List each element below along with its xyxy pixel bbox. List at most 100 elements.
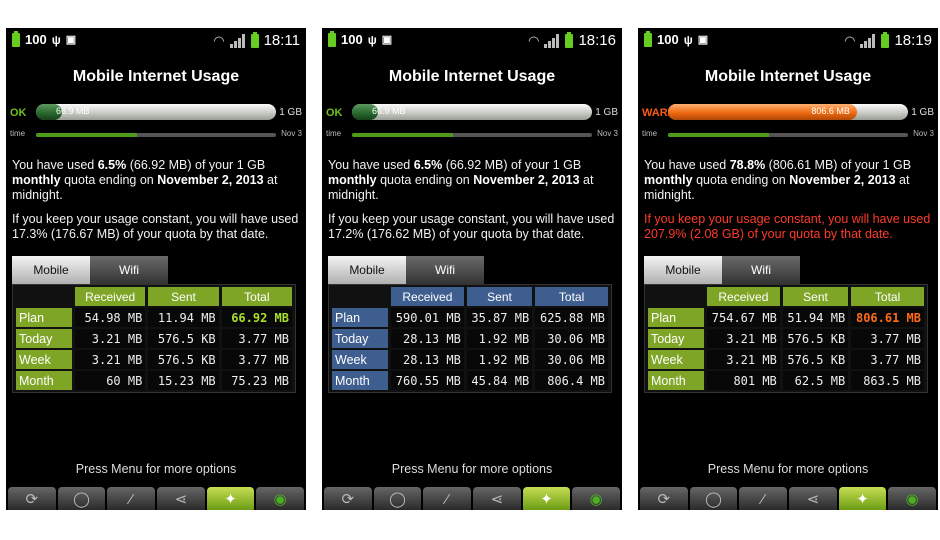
time-progress-fill <box>668 133 769 137</box>
share-button[interactable]: ⋖ <box>473 487 521 510</box>
clock: 18:19 <box>894 32 932 49</box>
col-received: Received <box>75 287 146 306</box>
tab-mobile[interactable]: Mobile <box>12 256 90 284</box>
tab-mobile[interactable]: Mobile <box>644 256 722 284</box>
tab-bar: Mobile Wifi <box>12 256 306 284</box>
usage-summary: You have used 6.5% (66.92 MB) of your 1 … <box>12 158 278 202</box>
share-icon: ⋖ <box>490 491 504 508</box>
usage-bar-row: WARN 806.6 MB 1 GB <box>638 102 938 128</box>
usb-icon: ψ <box>367 32 377 47</box>
signal-button[interactable]: ◉ <box>572 487 621 510</box>
table-row: Today 3.21 MB 576.5 KB 3.77 MB <box>16 329 292 348</box>
tab-mobile[interactable]: Mobile <box>328 256 406 284</box>
cell-sent: 1.92 MB <box>466 350 533 369</box>
wifi-icon: ◠ <box>213 32 225 48</box>
image-icon: ▣ <box>65 34 77 46</box>
cell-total: 3.77 MB <box>851 329 924 348</box>
table-row: Week 3.21 MB 576.5 KB 3.77 MB <box>648 350 924 369</box>
cell-received: 60 MB <box>75 371 146 390</box>
globe-button[interactable]: ◯ <box>373 487 422 510</box>
clock: 18:11 <box>263 32 300 49</box>
cell-sent: 15.23 MB <box>148 371 219 390</box>
clock: 18:16 <box>578 32 616 49</box>
battery-level: 100 <box>657 32 679 47</box>
dog-button[interactable]: ✦ <box>206 487 255 510</box>
row-label: Today <box>332 329 388 348</box>
graph-button[interactable]: ⁄ <box>107 487 156 510</box>
refresh-icon: ⟳ <box>657 491 671 508</box>
battery-icon <box>565 31 574 48</box>
table-row: Month 60 MB 15.23 MB 75.23 MB <box>16 371 292 390</box>
row-label: Week <box>16 350 72 369</box>
dog-button[interactable]: ✦ <box>522 487 571 510</box>
time-progress-bar <box>668 133 908 137</box>
phone-screen: 100 ψ ▣ ◠ 18:11 Mobile Internet Usage OK… <box>6 28 306 510</box>
bottom-toolbar: ⟳ ◯ ⁄ ⋖ ✦ ◉ <box>322 487 622 510</box>
wifi-icon: ◠ <box>844 32 856 48</box>
globe-icon: ◯ <box>73 491 90 508</box>
usb-icon: ψ <box>51 32 61 47</box>
table-header: Received Sent Total <box>648 287 924 306</box>
signal-icon <box>860 33 876 48</box>
menu-hint: Press Menu for more options <box>75 462 237 476</box>
time-label: time <box>10 129 26 138</box>
globe-button[interactable]: ◯ <box>689 487 738 510</box>
usage-projection: If you keep your usage constant, you wil… <box>328 212 615 241</box>
graph-button[interactable]: ⁄ <box>423 487 472 510</box>
share-button[interactable]: ⋖ <box>157 487 205 510</box>
dog-button[interactable]: ✦ <box>838 487 887 510</box>
cell-received: 590.01 MB <box>391 308 464 327</box>
bottom-toolbar: ⟳ ◯ ⁄ ⋖ ✦ ◉ <box>6 487 306 510</box>
row-label: Today <box>648 329 704 348</box>
row-label: Month <box>16 371 72 390</box>
quota-label: 1 GB <box>595 107 618 118</box>
battery-icon <box>250 31 259 48</box>
page-title: Mobile Internet Usage <box>704 68 872 85</box>
signal-icon <box>544 33 560 48</box>
refresh-icon: ⟳ <box>25 491 39 508</box>
signal-button[interactable]: ◉ <box>888 487 937 510</box>
usage-progress-bar: 66.9 MB <box>352 104 592 120</box>
cell-total: 75.23 MB <box>221 371 292 390</box>
tab-bar: Mobile Wifi <box>644 256 938 284</box>
cell-sent: 35.87 MB <box>466 308 533 327</box>
tab-wifi[interactable]: Wifi <box>90 256 168 284</box>
dog-icon: ✦ <box>224 491 237 508</box>
status-bar: 100 ψ ▣ ◠ 18:16 <box>322 28 622 54</box>
table-row: Month 760.55 MB 45.84 MB 806.4 MB <box>332 371 608 390</box>
row-label: Plan <box>16 308 72 327</box>
signal-button[interactable]: ◉ <box>256 487 305 510</box>
graph-icon: ⁄ <box>445 491 449 508</box>
end-date: Nov 3 <box>281 129 302 138</box>
status-badge: OK <box>10 107 27 119</box>
usage-summary: You have used 78.8% (806.61 MB) of your … <box>644 158 912 202</box>
tab-wifi[interactable]: Wifi <box>406 256 484 284</box>
cell-sent: 45.84 MB <box>466 371 533 390</box>
time-progress-fill <box>36 133 137 137</box>
usage-progress-bar: 806.6 MB <box>668 104 908 120</box>
cell-total: 3.77 MB <box>851 350 924 369</box>
globe-icon: ◯ <box>389 491 406 508</box>
dog-icon: ✦ <box>856 491 869 508</box>
wifi-icon: ◠ <box>528 32 540 48</box>
usage-table: Received Sent Total Plan 54.98 MB 11.94 MB… <box>12 284 296 393</box>
image-icon: ▣ <box>697 34 709 46</box>
menu-hint: Press Menu for more options <box>707 462 869 476</box>
col-received: Received <box>391 287 464 306</box>
signal-icon <box>229 33 246 48</box>
globe-button[interactable]: ◯ <box>57 487 106 510</box>
time-bar-row: time Nov 3 <box>638 128 938 142</box>
cell-received: 801 MB <box>707 371 780 390</box>
phone-screen: 100 ψ ▣ ◠ 18:19 Mobile Internet Usage WA… <box>638 28 938 510</box>
share-button[interactable]: ⋖ <box>789 487 837 510</box>
usage-bar-row: OK 66.9 MB 1 GB <box>6 102 306 128</box>
usage-table: Received Sent Total Plan 590.01 MB 35.87 M… <box>328 284 612 393</box>
table-row: Today 3.21 MB 576.5 KB 3.77 MB <box>648 329 924 348</box>
refresh-button[interactable]: ⟳ <box>640 487 688 510</box>
refresh-button[interactable]: ⟳ <box>324 487 372 510</box>
cell-sent: 576.5 KB <box>148 329 219 348</box>
table-row: Month 801 MB 62.5 MB 863.5 MB <box>648 371 924 390</box>
graph-button[interactable]: ⁄ <box>739 487 788 510</box>
refresh-button[interactable]: ⟳ <box>8 487 56 510</box>
tab-wifi[interactable]: Wifi <box>722 256 800 284</box>
